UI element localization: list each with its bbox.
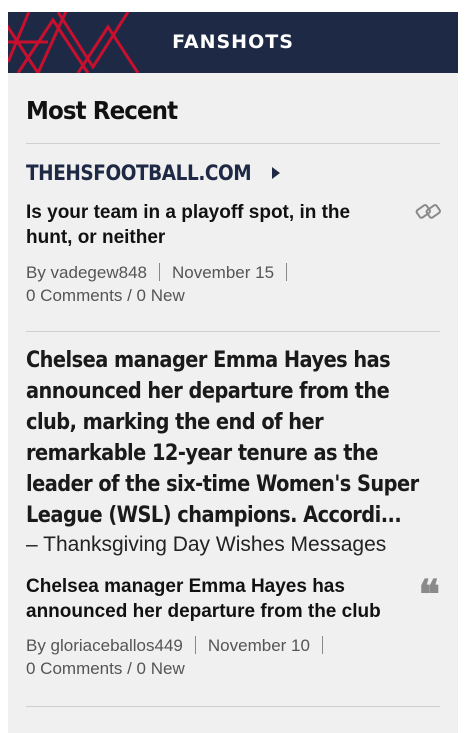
post-author[interactable]: By vadegew848 — [26, 263, 147, 282]
divider — [26, 143, 440, 144]
post-author[interactable]: By gloriaceballos449 — [26, 636, 183, 655]
meta-separator — [194, 636, 196, 654]
meta-separator — [286, 263, 288, 281]
post-item[interactable]: Is your team in a playoff spot, in the h… — [26, 200, 441, 307]
meta-separator — [321, 636, 323, 654]
post-comments[interactable]: 0 Comments / 0 New — [26, 659, 185, 678]
post-comments[interactable]: 0 Comments / 0 New — [26, 286, 185, 305]
banner-title: FANSHOTS — [172, 31, 294, 53]
source-row[interactable]: THEHSFOOTBALL.COM — [26, 160, 440, 186]
divider — [26, 331, 440, 332]
fanshots-banner: FANSHOTS — [8, 12, 458, 73]
link-icon — [415, 204, 441, 219]
meta-separator — [158, 263, 160, 281]
post-title[interactable]: Is your team in a playoff spot, in the h… — [26, 200, 440, 250]
fanshots-widget: FANSHOTS Most Recent THEHSFOOTBALL.COM I… — [8, 12, 458, 733]
quote-icon: ❝ — [418, 571, 440, 618]
quote-text: Chelsea manager Emma Hayes has announced… — [26, 348, 419, 528]
post-meta: By gloriaceballos449 November 10 0 Commen… — [26, 634, 440, 680]
divider — [26, 706, 440, 707]
quote-source: – Thanksgiving Day Wishes Messages — [26, 533, 387, 556]
post-date[interactable]: November 15 — [172, 263, 274, 282]
play-arrow-icon — [271, 167, 280, 179]
post-title[interactable]: Chelsea manager Emma Hayes has announced… — [26, 574, 440, 624]
post-item[interactable]: Chelsea manager Emma Hayes has announced… — [26, 574, 440, 680]
section-title: Most Recent — [26, 96, 178, 125]
source-link[interactable]: THEHSFOOTBALL.COM — [26, 161, 252, 185]
post-meta: By vadegew848 November 15 0 Comments / 0 … — [26, 261, 440, 307]
content: Most Recent THEHSFOOTBALL.COM Is your te… — [8, 91, 458, 707]
post-date[interactable]: November 10 — [208, 636, 310, 655]
